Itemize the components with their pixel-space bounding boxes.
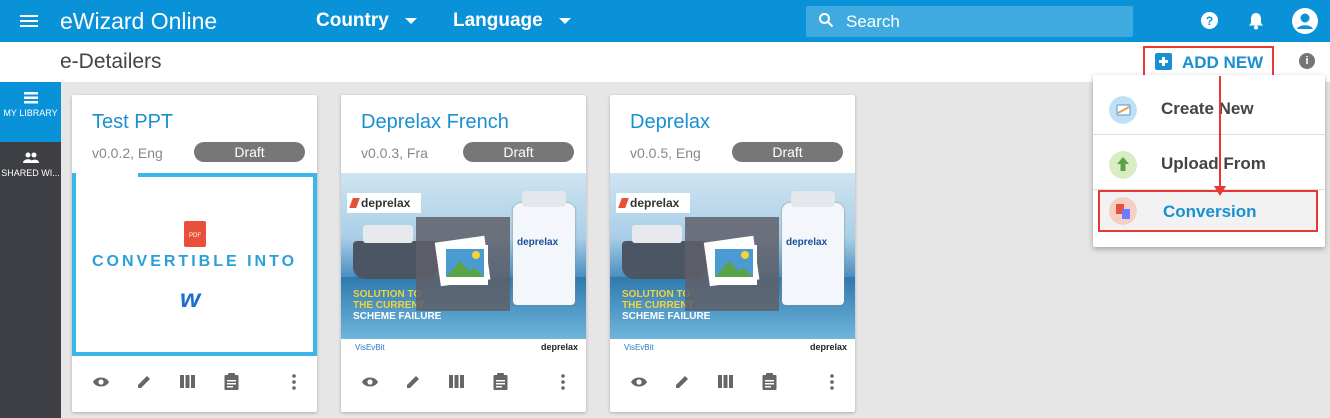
thumbnail-frame-top <box>138 173 317 177</box>
top-app-bar: eWizard Online Country Language Search ? <box>0 0 1330 42</box>
search-input[interactable]: Search <box>806 6 1133 37</box>
create-new-icon <box>1109 96 1137 124</box>
thumbnail-bottle: deprelax <box>513 191 575 305</box>
status-badge: Draft <box>463 142 574 162</box>
edit-icon[interactable] <box>405 374 421 390</box>
menu-item-create-new[interactable]: Create New <box>1093 80 1325 135</box>
edit-icon[interactable] <box>674 374 690 390</box>
image-placeholder-icon <box>416 217 510 311</box>
status-badge: Draft <box>732 142 843 162</box>
more-vert-icon[interactable] <box>292 374 296 390</box>
e-detailer-card[interactable]: Deprelax French v0.0.3, Fra Draft deprel… <box>341 95 586 412</box>
help-icon[interactable]: ? <box>1201 12 1218 29</box>
ewizard-logo: w <box>180 283 201 313</box>
svg-text:?: ? <box>1206 14 1213 28</box>
sidebar-item-my-library[interactable]: MY LIBRARY <box>0 82 61 142</box>
search-icon <box>819 13 834 28</box>
e-detailer-card[interactable]: Test PPT v0.0.2, Eng Draft PDF CONVERTIB… <box>72 95 317 412</box>
account-icon[interactable] <box>1292 8 1318 34</box>
card-actions <box>341 371 586 395</box>
add-new-menu: Create New Upload From Conversion <box>1093 75 1325 247</box>
clipboard-icon[interactable] <box>762 373 777 390</box>
card-thumbnail[interactable]: PDF CONVERTIBLE INTO w <box>72 173 317 356</box>
thumbnail-bottle: deprelax <box>782 191 844 305</box>
eye-icon[interactable] <box>361 376 379 388</box>
bell-icon[interactable] <box>1248 12 1264 30</box>
page-title: e-Detailers <box>60 50 162 73</box>
more-vert-icon[interactable] <box>561 374 565 390</box>
search-placeholder: Search <box>846 12 900 31</box>
card-actions <box>72 371 317 395</box>
card-title[interactable]: Deprelax <box>630 111 710 134</box>
bottle-label: deprelax <box>517 237 559 248</box>
add-box-icon <box>1155 53 1172 70</box>
annotation-arrow-line <box>1219 76 1221 188</box>
bottle-label: deprelax <box>786 237 828 248</box>
annotation-arrow-head <box>1214 186 1226 196</box>
clipboard-icon[interactable] <box>224 373 239 390</box>
thumbnail-footer: VisEvBit deprelax <box>610 339 855 356</box>
chevron-down-icon <box>404 17 417 24</box>
card-version: v0.0.2, Eng <box>92 145 163 161</box>
sidebar-item-shared[interactable]: SHARED WI... <box>0 142 61 202</box>
more-vert-icon[interactable] <box>830 374 834 390</box>
eye-icon[interactable] <box>92 376 110 388</box>
app-title[interactable]: eWizard Online <box>60 8 217 35</box>
footer-brand: VisEvBit <box>355 343 385 352</box>
country-label: Country <box>316 10 389 31</box>
columns-icon[interactable] <box>718 375 733 388</box>
columns-icon[interactable] <box>449 375 464 388</box>
sidebar-item-label: SHARED WI... <box>1 168 60 178</box>
status-badge: Draft <box>194 142 305 162</box>
card-thumbnail[interactable]: deprelax deprelax SOLUTION TO THE CURREN… <box>610 173 855 356</box>
menu-item-label: Conversion <box>1163 202 1257 221</box>
chevron-down-icon <box>558 17 571 24</box>
slogan-line: SCHEME FAILURE <box>622 311 711 322</box>
card-thumbnail[interactable]: deprelax deprelax SOLUTION TO THE CURREN… <box>341 173 586 356</box>
add-new-button[interactable]: ADD NEW <box>1143 46 1274 78</box>
language-dropdown[interactable]: Language <box>453 10 571 32</box>
e-detailer-card[interactable]: Deprelax v0.0.5, Eng Draft deprelax depr… <box>610 95 855 412</box>
menu-item-label: Upload From <box>1161 154 1266 173</box>
deprelax-logo: deprelax <box>616 193 690 213</box>
info-icon[interactable]: i <box>1299 53 1315 69</box>
deprelax-logo: deprelax <box>347 193 421 213</box>
pdf-icon: PDF <box>184 221 206 247</box>
image-placeholder-icon <box>685 217 779 311</box>
card-title[interactable]: Deprelax French <box>361 111 509 134</box>
country-dropdown[interactable]: Country <box>316 10 417 32</box>
card-actions <box>610 371 855 395</box>
footer-logo: deprelax <box>809 342 847 352</box>
people-icon <box>22 152 39 163</box>
sidebar: MY LIBRARY SHARED WI... <box>0 82 61 418</box>
menu-item-label: Create New <box>1161 99 1254 118</box>
slogan-line: SCHEME FAILURE <box>353 311 442 322</box>
library-icon <box>23 92 38 104</box>
hamburger-menu-icon[interactable] <box>20 12 38 30</box>
menu-item-upload-from[interactable]: Upload From <box>1093 135 1325 190</box>
card-title[interactable]: Test PPT <box>92 111 173 134</box>
add-new-label: ADD NEW <box>1182 53 1264 72</box>
upload-icon <box>1109 151 1137 179</box>
clipboard-icon[interactable] <box>493 373 508 390</box>
language-label: Language <box>453 10 543 31</box>
footer-logo: deprelax <box>540 342 578 352</box>
columns-icon[interactable] <box>180 375 195 388</box>
thumbnail-footer: VisEvBit deprelax <box>341 339 586 356</box>
conversion-icon <box>1109 197 1137 225</box>
card-version: v0.0.3, Fra <box>361 145 428 161</box>
edit-icon[interactable] <box>136 374 152 390</box>
card-version: v0.0.5, Eng <box>630 145 701 161</box>
footer-brand: VisEvBit <box>624 343 654 352</box>
sidebar-item-label: MY LIBRARY <box>3 108 58 118</box>
eye-icon[interactable] <box>630 376 648 388</box>
thumbnail-text: CONVERTIBLE INTO <box>91 253 298 270</box>
menu-item-conversion[interactable]: Conversion <box>1098 190 1318 232</box>
